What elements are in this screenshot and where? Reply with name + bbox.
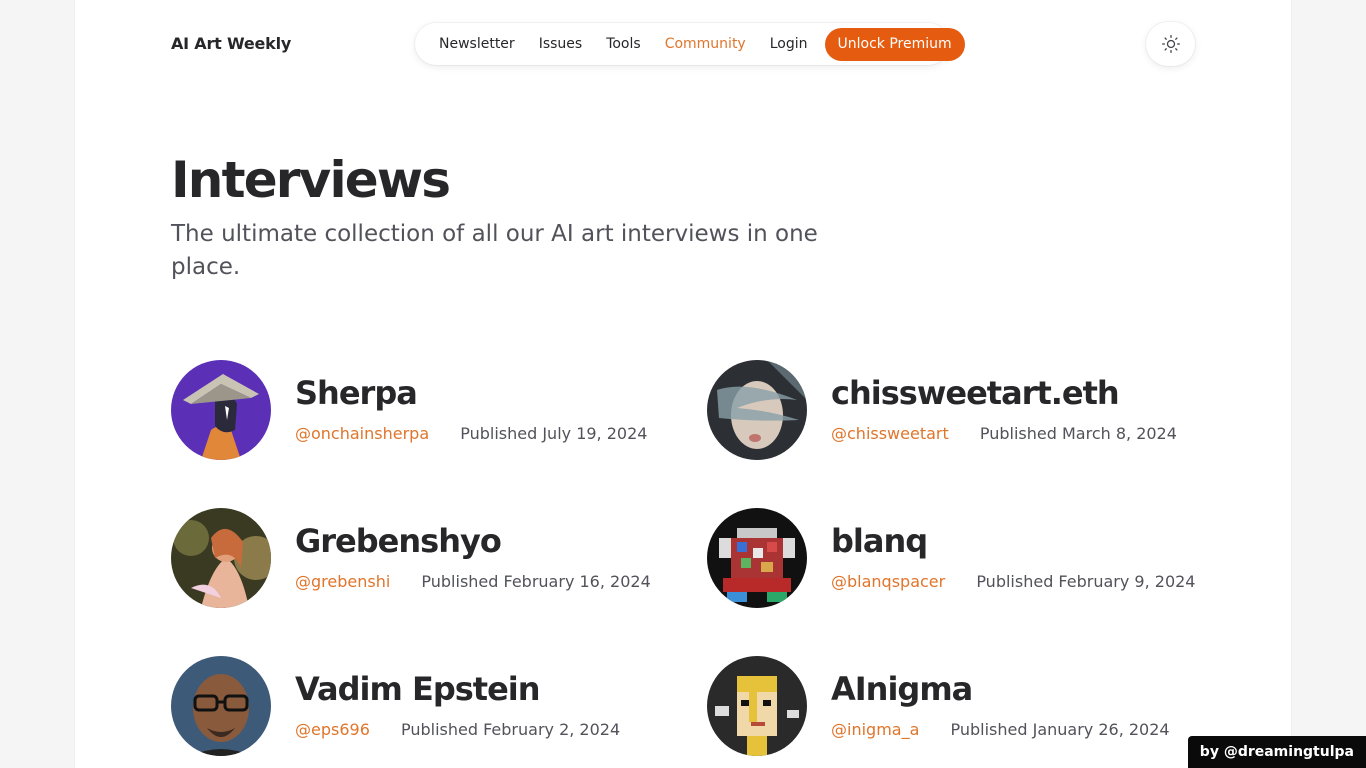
interviewee-name: AInigma (831, 670, 973, 708)
interviewee-handle-link[interactable]: @inigma_a (831, 720, 919, 739)
interview-card[interactable]: AInigma @inigma_a Published January 26, … (707, 656, 1207, 756)
avatar[interactable] (171, 656, 271, 756)
nav-login[interactable]: Login (770, 36, 808, 52)
site-header: AI Art Weekly Newsletter Issues Tools Co… (171, 22, 1195, 66)
avatar[interactable] (707, 508, 807, 608)
theme-toggle-button[interactable] (1146, 22, 1195, 66)
page-container: AI Art Weekly Newsletter Issues Tools Co… (75, 0, 1291, 768)
published-date: Published January 26, 2024 (950, 720, 1170, 739)
avatar[interactable] (707, 656, 807, 756)
published-date: Published February 2, 2024 (400, 720, 621, 739)
interviewee-handle-link[interactable]: @blanqspacer (831, 572, 945, 591)
interviewee-handle-link[interactable]: @grebenshi (295, 572, 390, 591)
interview-meta: @chissweetart Published March 8, 2024 (831, 424, 1177, 443)
interviewee-name: blanq (831, 522, 928, 560)
interview-meta: @eps696 Published February 2, 2024 (295, 720, 620, 739)
author-badge-link[interactable]: by @dreamingtulpa (1187, 736, 1366, 768)
interview-card[interactable]: blanq @blanqspacer Published February 9,… (707, 508, 1207, 608)
page-subtitle: The ultimate collection of all our AI ar… (171, 221, 818, 280)
main-nav: Newsletter Issues Tools Community Login … (415, 23, 965, 65)
sun-icon (1161, 35, 1180, 53)
interview-card[interactable]: Vadim Epstein @eps696 Published February… (171, 656, 671, 756)
site-logo[interactable]: AI Art Weekly (171, 34, 291, 53)
avatar[interactable] (171, 508, 271, 608)
unlock-premium-button[interactable]: Unlock Premium (824, 27, 965, 61)
interview-meta: @grebenshi Published February 16, 2024 (295, 572, 651, 591)
interview-meta: @inigma_a Published January 26, 2024 (831, 720, 1170, 739)
interviewee-handle-link[interactable]: @chissweetart (831, 424, 949, 443)
hero-section: Interviews The ultimate collection of al… (171, 150, 871, 284)
interview-meta: @blanqspacer Published February 9, 2024 (831, 572, 1195, 591)
published-date: Published February 9, 2024 (976, 572, 1196, 591)
interviewee-name: Vadim Epstein (295, 670, 541, 708)
nav-tools[interactable]: Tools (606, 36, 641, 52)
avatar[interactable] (171, 360, 271, 460)
nav-community[interactable]: Community (665, 36, 746, 52)
interviewee-name: Sherpa (295, 374, 418, 412)
interview-card[interactable]: Grebenshyo @grebenshi Published February… (171, 508, 671, 608)
avatar[interactable] (707, 360, 807, 460)
interview-card[interactable]: chissweetart.eth @chissweetart Published… (707, 360, 1207, 460)
interview-meta: @onchainsherpa Published July 19, 2024 (295, 424, 647, 443)
interviewee-handle-link[interactable]: @onchainsherpa (295, 424, 429, 443)
nav-issues[interactable]: Issues (539, 36, 583, 52)
nav-newsletter[interactable]: Newsletter (439, 36, 515, 52)
interview-card[interactable]: Sherpa @onchainsherpa Published July 19,… (171, 360, 671, 460)
interviewee-handle-link[interactable]: @eps696 (295, 720, 370, 739)
published-date: Published July 19, 2024 (460, 424, 648, 443)
interviewee-name: chissweetart.eth (831, 374, 1120, 412)
published-date: Published February 16, 2024 (421, 572, 651, 591)
page-title: Interviews (171, 151, 451, 209)
published-date: Published March 8, 2024 (979, 424, 1177, 443)
interviewee-name: Grebenshyo (295, 522, 502, 560)
